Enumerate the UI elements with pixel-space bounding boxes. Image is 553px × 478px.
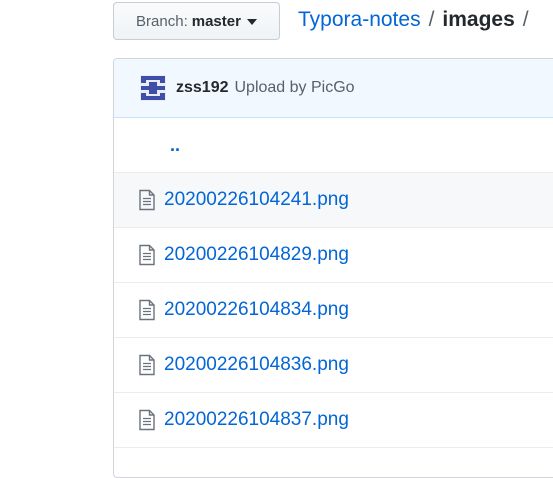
file-icon [139, 299, 155, 321]
file-link[interactable]: 20200226104241.png [164, 189, 349, 211]
caret-down-icon [246, 19, 257, 25]
file-icon [139, 189, 155, 211]
file-row: 20200226104836.png [114, 338, 553, 393]
branch-select-button[interactable]: Branch: master [113, 2, 280, 40]
branch-name: master [191, 12, 241, 30]
file-link[interactable]: 20200226104829.png [164, 244, 349, 266]
branch-label: Branch: [136, 12, 188, 30]
file-icon [139, 244, 155, 266]
file-row: 20200226104837.png [114, 393, 553, 448]
file-link[interactable]: 20200226104836.png [164, 354, 349, 376]
commit-author-link[interactable]: zss192 [176, 79, 229, 97]
parent-directory-row: .. [114, 118, 553, 173]
file-row: 20200226104834.png [114, 283, 553, 338]
latest-commit-bar: zss192 Upload by PicGo [114, 59, 553, 118]
file-link[interactable]: 20200226104834.png [164, 299, 349, 321]
file-row: 20200226104241.png [114, 173, 553, 228]
breadcrumb: Typora-notes / images / [298, 6, 537, 34]
file-link[interactable]: 20200226104837.png [164, 409, 349, 431]
breadcrumb-current-folder: images [442, 8, 515, 31]
breadcrumb-separator: / [428, 8, 435, 31]
avatar[interactable] [140, 75, 166, 101]
commit-message-link[interactable]: Upload by PicGo [235, 79, 355, 97]
file-icon [139, 409, 155, 431]
file-row: 20200226104829.png [114, 228, 553, 283]
file-list: zss192 Upload by PicGo .. 20200226104241… [113, 58, 553, 478]
breadcrumb-repo-link[interactable]: Typora-notes [298, 8, 421, 31]
file-icon [139, 354, 155, 376]
breadcrumb-separator: / [522, 8, 529, 31]
parent-directory-link[interactable]: .. [170, 135, 180, 156]
